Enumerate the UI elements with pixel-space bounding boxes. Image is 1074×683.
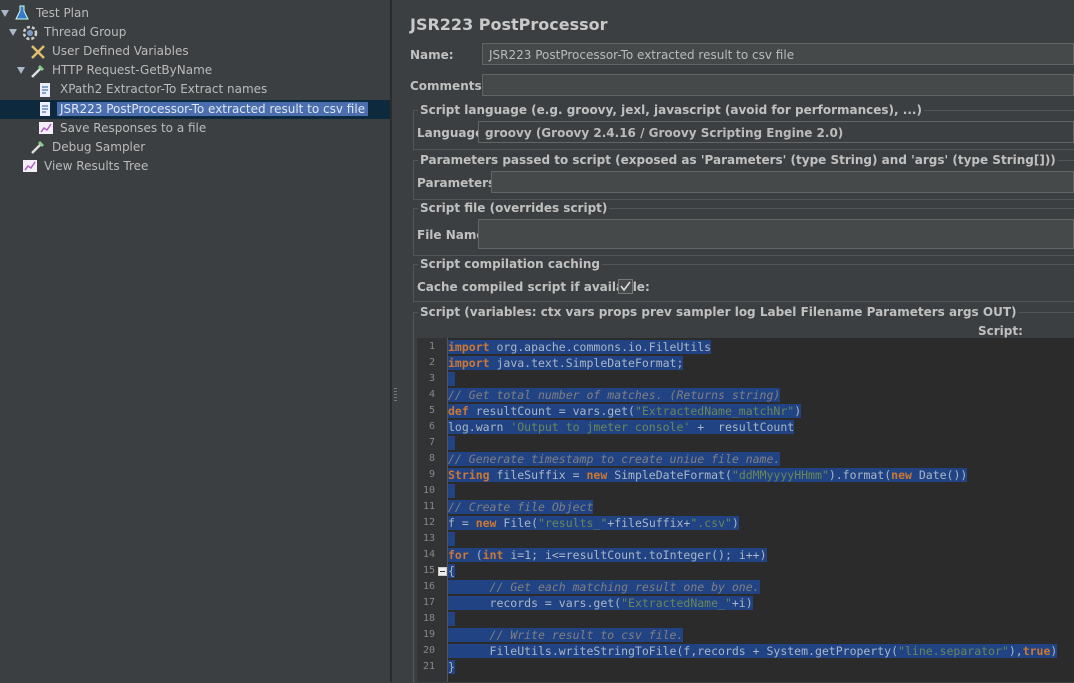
code-line[interactable]	[448, 435, 455, 451]
code-line[interactable]: // Write result to csv file.	[448, 627, 684, 643]
code-line[interactable]: f = new File("results_"+fileSuffix+".csv…	[448, 515, 739, 531]
tree-item-label: Thread Group	[44, 25, 127, 39]
tree-item-view-results-tree[interactable]: View Results Tree	[41, 157, 151, 176]
flask-icon	[15, 5, 29, 20]
tree-item-label: Test Plan	[36, 6, 89, 20]
tree-item-http-request[interactable]: HTTP Request-GetByName	[49, 61, 215, 80]
expand-arrow-icon[interactable]	[1, 10, 9, 17]
tree-item-label: User Defined Variables	[52, 44, 189, 58]
script-icon	[40, 102, 50, 116]
pipette-icon	[31, 65, 44, 78]
script-group-title: Script (variables: ctx vars props prev s…	[418, 305, 1019, 319]
tree-item-test-plan[interactable]: Test Plan	[33, 4, 92, 23]
code-line[interactable]: import java.text.SimpleDateFormat;	[448, 355, 684, 371]
line-number: 19	[422, 629, 435, 640]
line-number: 12	[422, 517, 435, 528]
line-number: 4	[428, 389, 435, 400]
language-select[interactable]: groovy (Groovy 2.4.16 / Groovy Scripting…	[478, 121, 1074, 143]
code-line[interactable]: // Get total number of matches. (Returns…	[448, 387, 781, 403]
gear-icon	[22, 25, 38, 41]
tree-item-label: View Results Tree	[44, 159, 149, 173]
line-number: 6	[428, 421, 435, 432]
splitter-grip-icon	[394, 388, 397, 402]
code-line[interactable]	[448, 483, 455, 499]
line-number: 18	[422, 613, 435, 624]
tree-item-label: XPath2 Extractor-To Extract names	[60, 82, 268, 96]
line-number: 17	[422, 597, 435, 608]
code-line[interactable]: // Get each matching result one by one.	[448, 579, 760, 595]
checkmark-icon	[620, 281, 631, 292]
tree-item-label: JSR223 PostProcessor-To extracted result…	[57, 102, 369, 116]
graph-icon	[23, 160, 37, 172]
code-line[interactable]	[448, 371, 455, 387]
line-number: 9	[428, 469, 435, 480]
name-label: Name:	[410, 48, 454, 62]
tree-item-debug-sampler[interactable]: Debug Sampler	[49, 138, 148, 157]
tree-item-label: Debug Sampler	[52, 140, 146, 154]
line-number: 7	[428, 437, 435, 448]
expand-arrow-icon[interactable]	[17, 67, 25, 74]
pipette-icon	[31, 141, 44, 154]
tree-item-label: HTTP Request-GetByName	[52, 63, 213, 77]
parameters-field[interactable]	[491, 171, 1074, 193]
comments-label: Comments:	[410, 79, 487, 93]
line-number: 15	[422, 565, 435, 576]
code-line[interactable]: // Generate timestamp to create uniue fi…	[448, 451, 781, 467]
parameters-label: Parameters:	[417, 176, 500, 190]
code-line[interactable]: {	[448, 563, 455, 579]
tools-icon	[31, 45, 45, 59]
line-number: 20	[422, 645, 435, 656]
script-language-group-title: Script language (e.g. groovy, jexl, java…	[418, 103, 924, 117]
compilation-caching-group-title: Script compilation caching	[418, 257, 602, 271]
tree-item-xpath2-extractor[interactable]: XPath2 Extractor-To Extract names	[57, 80, 270, 99]
line-number-gutter: 1 2 3 4 5 6 7 8 9 10 11 12 13 14 15 16 17 18 19 20 21	[417, 338, 448, 682]
code-line[interactable]: log.warn 'Output to jmeter console' + re…	[448, 419, 795, 435]
code-line[interactable]: FileUtils.writeStringToFile(f,records + …	[448, 643, 1058, 659]
name-field[interactable]: JSR223 PostProcessor-To extracted result…	[482, 43, 1074, 65]
tree-item-user-defined-variables[interactable]: User Defined Variables	[49, 42, 192, 61]
code-line[interactable]: // Create file Object	[448, 499, 594, 515]
tree-item-label: Save Responses to a file	[60, 121, 207, 135]
test-plan-tree[interactable]: Test Plan Thread Group User Defined Vari…	[0, 0, 391, 682]
code-line[interactable]: import org.apache.commons.io.FileUtils	[448, 339, 712, 355]
comments-field[interactable]	[482, 74, 1074, 96]
parameters-group-title: Parameters passed to script (exposed as …	[418, 153, 1058, 167]
code-line[interactable]: records = vars.get("ExtractedName_"+i)	[448, 595, 753, 611]
script-icon	[40, 83, 50, 97]
code-line[interactable]	[448, 611, 455, 627]
line-number: 21	[422, 661, 435, 672]
code-line[interactable]	[448, 531, 455, 547]
script-editor[interactable]: 1 2 3 4 5 6 7 8 9 10 11 12 13 14 15 16 17 18 19 20 21 import…	[417, 338, 1074, 682]
expand-arrow-icon[interactable]	[9, 29, 17, 36]
file-name-field[interactable]	[478, 219, 1074, 249]
line-number: 8	[428, 453, 435, 464]
script-label: Script:	[978, 324, 1023, 338]
line-number: 13	[422, 533, 435, 544]
line-number: 10	[422, 485, 435, 496]
line-number: 3	[428, 373, 435, 384]
graph-icon	[39, 122, 53, 134]
tree-item-thread-group[interactable]: Thread Group	[41, 23, 129, 42]
line-number: 5	[428, 405, 435, 416]
line-number: 14	[422, 549, 435, 560]
cache-checkbox[interactable]	[618, 279, 633, 294]
fold-toggle-icon[interactable]	[438, 567, 447, 576]
tree-item-jsr223-postprocessor[interactable]: JSR223 PostProcessor-To extracted result…	[57, 100, 369, 119]
line-number: 1	[428, 341, 435, 352]
code-line[interactable]: }	[448, 659, 455, 675]
line-number: 11	[422, 501, 435, 512]
panel-title: JSR223 PostProcessor	[410, 15, 608, 34]
code-line[interactable]: def resultCount = vars.get("ExtractedNam…	[448, 403, 802, 419]
code-line[interactable]: for (int i=1; i<=resultCount.toInteger()…	[448, 547, 767, 563]
script-file-group-title: Script file (overrides script)	[418, 201, 610, 215]
cache-label: Cache compiled script if available:	[417, 280, 650, 294]
code-line[interactable]: String fileSuffix = new SimpleDateFormat…	[448, 467, 968, 483]
element-editor-panel: JSR223 PostProcessor Name: JSR223 PostPr…	[399, 0, 1074, 683]
line-number: 16	[422, 581, 435, 592]
line-number: 2	[428, 357, 435, 368]
tree-item-save-responses[interactable]: Save Responses to a file	[57, 119, 209, 138]
